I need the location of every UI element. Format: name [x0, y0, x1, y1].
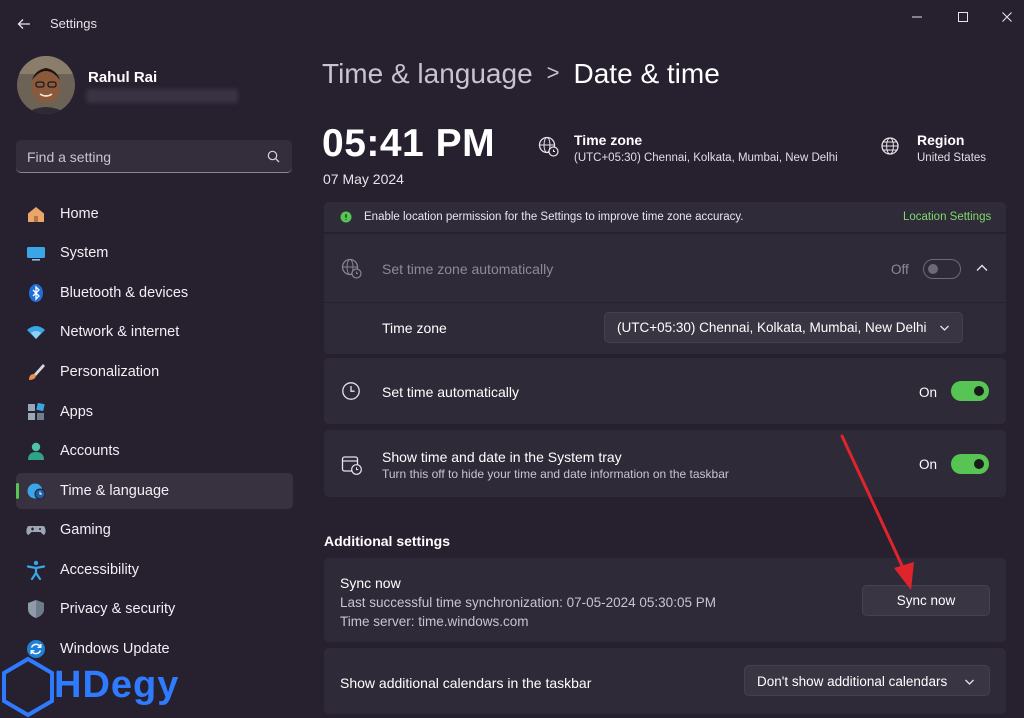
region-globe-icon: [880, 136, 900, 156]
home-icon: [26, 204, 46, 224]
timezone-globe-icon: [538, 136, 560, 158]
watermark-hexagon-icon: [0, 656, 56, 718]
search-box[interactable]: Find a setting: [16, 140, 292, 173]
sidebar-item-accessibility[interactable]: Accessibility: [16, 552, 293, 588]
auto-timezone-state: Off: [891, 262, 909, 277]
chevron-up-icon[interactable]: [975, 263, 989, 273]
timezone-dropdown-value: (UTC+05:30) Chennai, Kolkata, Mumbai, Ne…: [617, 320, 927, 335]
breadcrumb-parent[interactable]: Time & language: [322, 58, 533, 89]
wifi-icon: [26, 322, 46, 342]
page-title: Date & time: [573, 58, 720, 89]
card-divider: [324, 302, 1006, 303]
auto-time-label: Set time automatically: [382, 384, 519, 400]
auto-timezone-toggle[interactable]: [923, 259, 961, 279]
gamepad-icon: [26, 520, 46, 540]
location-settings-link[interactable]: Location Settings: [903, 211, 991, 223]
accounts-icon: [26, 441, 46, 461]
calendars-label: Show additional calendars in the taskbar: [340, 675, 592, 691]
sidebar-item-label: Bluetooth & devices: [60, 285, 189, 301]
current-date: 07 May 2024: [323, 171, 404, 187]
sidebar-item-label: Time & language: [60, 483, 170, 499]
sidebar-item-time-language[interactable]: Time & language: [16, 473, 293, 509]
calendars-dropdown-value: Don't show additional calendars: [757, 674, 948, 689]
sidebar-item-label: System: [60, 245, 109, 261]
sidebar-item-label: Apps: [60, 404, 94, 420]
sidebar-item-label: Accounts: [60, 443, 120, 459]
avatar[interactable]: [17, 56, 75, 114]
current-time: 05:41 PM: [322, 122, 496, 165]
breadcrumb-separator: >: [546, 60, 560, 85]
banner-message: Enable location permission for the Setti…: [364, 211, 744, 223]
auto-time-state: On: [919, 385, 938, 400]
sidebar-item-label: Gaming: [60, 522, 111, 538]
sidebar-item-label: Windows Update: [60, 641, 170, 657]
sidebar-item-personalization[interactable]: Personalization: [16, 354, 293, 390]
sidebar-item-privacy[interactable]: Privacy & security: [16, 591, 293, 627]
success-dot-icon: [340, 211, 352, 223]
search-icon: [267, 150, 280, 163]
auto-timezone-label: Set time zone automatically: [382, 261, 554, 277]
system-icon: [26, 243, 46, 263]
user-email-redacted: [86, 89, 238, 103]
shield-icon: [26, 599, 46, 619]
calendars-dropdown[interactable]: Don't show additional calendars: [744, 665, 990, 696]
annotation-arrow: [836, 430, 926, 595]
search-input[interactable]: Find a setting: [27, 149, 111, 165]
accessibility-icon: [26, 560, 46, 580]
region-info-title: Region: [917, 132, 965, 148]
active-indicator: [16, 483, 19, 499]
system-tray-label: Show time and date in the System tray: [382, 449, 622, 465]
window-title: Settings: [50, 16, 97, 31]
user-name: Rahul Rai: [88, 69, 158, 86]
bluetooth-icon: [26, 283, 46, 303]
timezone-row-label: Time zone: [382, 320, 447, 336]
sidebar-item-label: Accessibility: [60, 562, 139, 578]
chevron-down-icon: [964, 678, 975, 686]
sidebar-item-system[interactable]: System: [16, 235, 293, 271]
timezone-dropdown[interactable]: (UTC+05:30) Chennai, Kolkata, Mumbai, Ne…: [604, 312, 963, 343]
clock-icon: [341, 381, 361, 401]
additional-settings-heading: Additional settings: [324, 533, 450, 549]
chevron-down-icon: [939, 324, 950, 332]
auto-time-toggle[interactable]: [951, 381, 989, 401]
sidebar-item-apps[interactable]: Apps: [16, 394, 293, 430]
last-sync-text: Last successful time synchronization: 07…: [340, 595, 716, 610]
minimize-button[interactable]: [904, 6, 930, 28]
apps-icon: [26, 402, 46, 422]
breadcrumb: Time & language > Date & time: [322, 58, 720, 90]
timezone-info-title: Time zone: [574, 132, 643, 148]
time-language-icon: [26, 481, 46, 501]
sidebar-item-label: Home: [60, 206, 99, 222]
sidebar-item-label: Network & internet: [60, 324, 180, 340]
sidebar-item-home[interactable]: Home: [16, 196, 293, 232]
close-button[interactable]: [994, 6, 1020, 28]
sidebar-item-network[interactable]: Network & internet: [16, 314, 293, 350]
region-info-value: United States: [917, 152, 987, 164]
sidebar-item-label: Personalization: [60, 364, 160, 380]
watermark-logo: HDegy: [54, 664, 180, 706]
timezone-info-value: (UTC+05:30) Chennai, Kolkata, Mumbai, Ne…: [574, 152, 838, 164]
sidebar-item-gaming[interactable]: Gaming: [16, 512, 293, 548]
sidebar-item-bluetooth[interactable]: Bluetooth & devices: [16, 275, 293, 311]
brush-icon: [26, 362, 46, 382]
time-server-text: Time server: time.windows.com: [340, 614, 529, 629]
sidebar-item-windows-update[interactable]: Windows Update: [16, 631, 293, 667]
auto-timezone-icon: [341, 258, 363, 280]
calendar-clock-icon: [341, 454, 363, 476]
sidebar-item-accounts[interactable]: Accounts: [16, 433, 293, 469]
sync-title: Sync now: [340, 575, 401, 591]
maximize-button[interactable]: [950, 6, 976, 28]
sidebar-item-label: Privacy & security: [60, 601, 176, 617]
system-tray-toggle[interactable]: [951, 454, 989, 474]
back-arrow-icon[interactable]: [16, 16, 32, 32]
system-tray-description: Turn this off to hide your time and date…: [382, 467, 729, 481]
